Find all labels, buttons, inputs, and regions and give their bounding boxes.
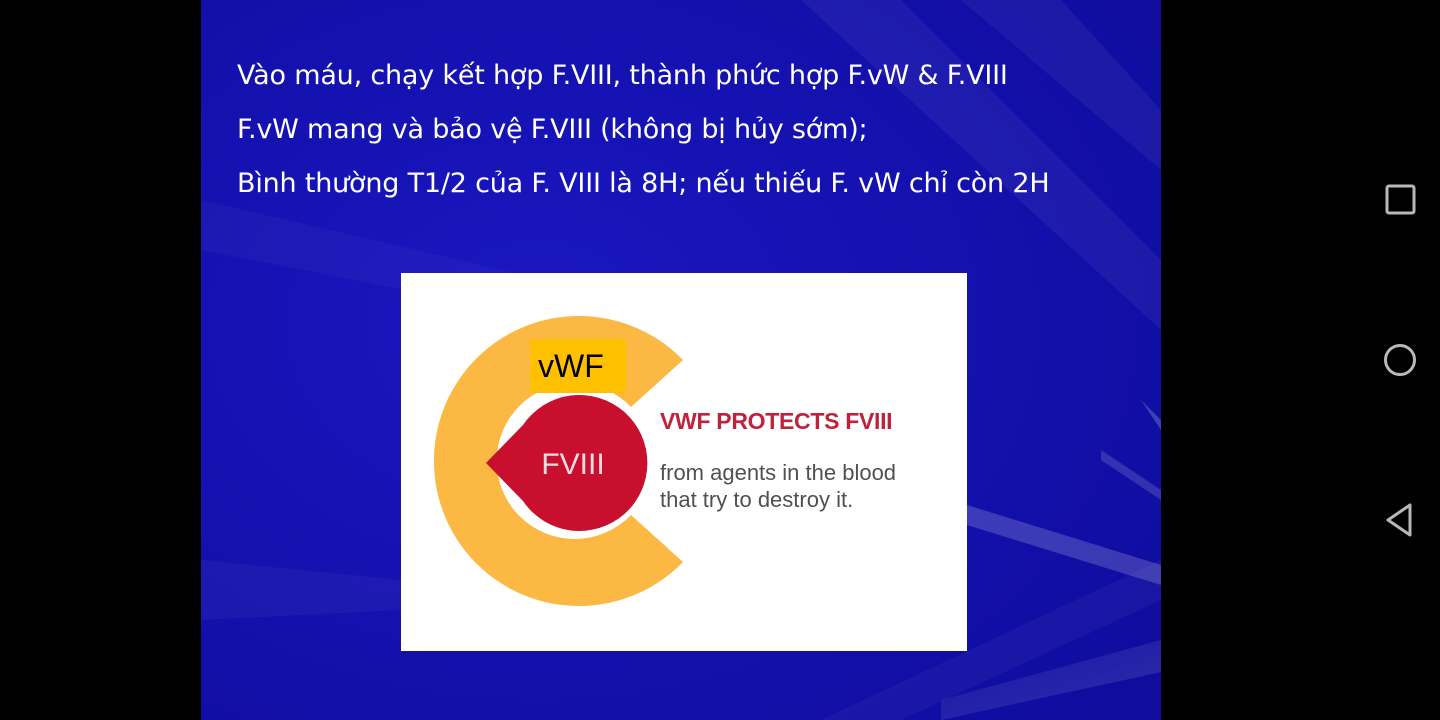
figure-subtext-line-1: from agents in the blood [660,460,897,485]
slide-text-line-1: Vào máu, chạy kết hợp F.VIII, thành phức… [237,60,1008,91]
figure-headline: VWF PROTECTS FVIII [660,408,893,434]
presentation-slide: Vào máu, chạy kết hợp F.VIII, thành phức… [201,0,1161,720]
triangle-back-icon [1386,503,1412,537]
circle-icon [1384,344,1416,376]
recents-button[interactable] [1379,178,1423,222]
fviii-label: FVIII [541,448,605,481]
square-icon [1385,184,1416,215]
home-button[interactable] [1379,338,1423,382]
back-button[interactable] [1379,498,1423,542]
vwf-fviii-figure: vWF FVIII VWF PROTECTS FVIII from agents… [401,273,967,651]
phone-screen: Vào máu, chạy kết hợp F.VIII, thành phức… [0,0,1440,720]
slide-text-line-2: F.vW mang và bảo vệ F.VIII (không bị hủy… [237,114,868,145]
slide-text-line-3: Bình thường T1/2 của F. VIII là 8H; nếu … [237,168,1050,199]
vwf-label: vWF [530,339,626,393]
figure-subtext-line-2: that try to destroy it. [660,487,854,512]
android-navigation-bar [1361,0,1440,720]
